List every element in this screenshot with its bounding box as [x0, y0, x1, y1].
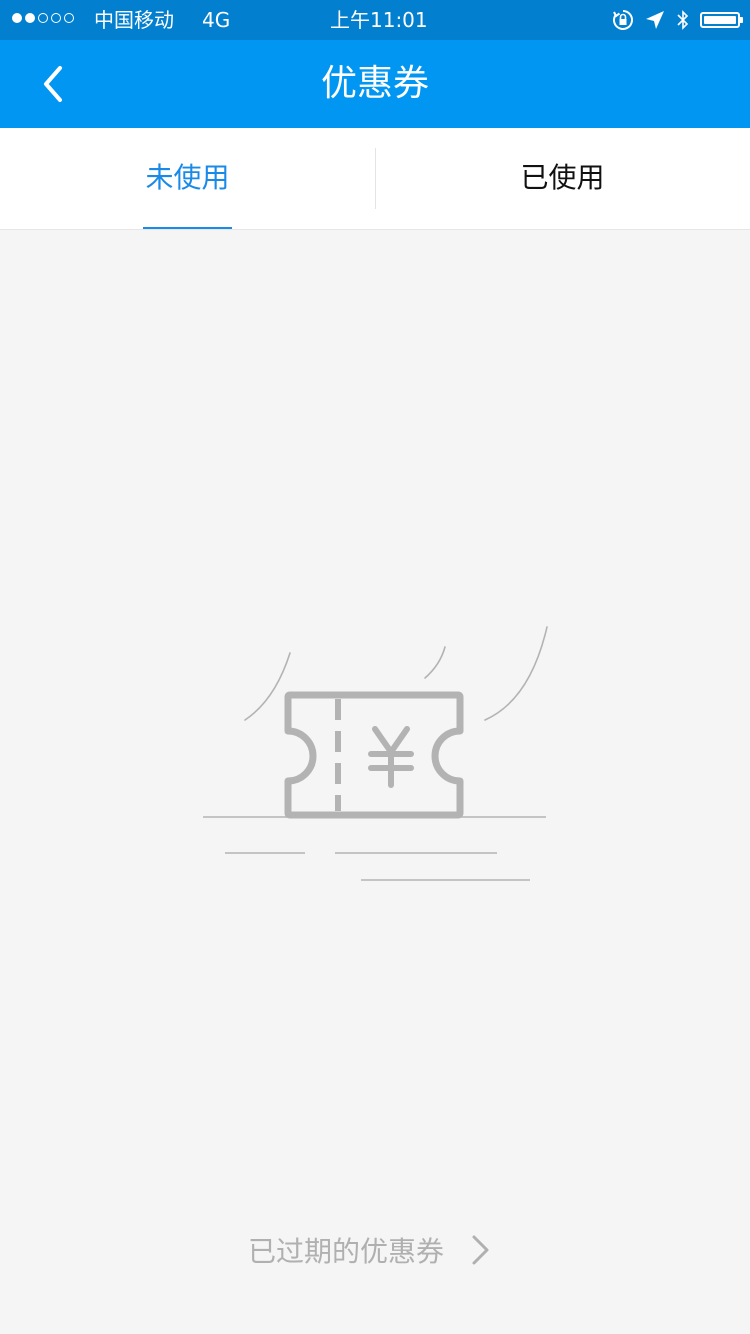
chevron-left-icon: [44, 66, 62, 102]
active-tab-indicator: [143, 227, 232, 229]
status-time: 上午11:01: [330, 8, 428, 32]
signal-dot: [12, 13, 22, 23]
signal-dot: [64, 13, 74, 23]
tab-bar: 未使用 已使用: [0, 128, 750, 230]
tab-used[interactable]: 已使用: [375, 128, 750, 229]
network-type: 4G: [202, 8, 231, 32]
ground-lines: [203, 816, 546, 881]
coupon-ticket-icon: [284, 691, 464, 819]
bluetooth-icon: [677, 10, 689, 30]
signal-dot: [51, 13, 61, 23]
nav-bar: 优惠券: [0, 40, 750, 128]
signal-strength-icon: [12, 13, 74, 23]
signal-dot: [25, 13, 35, 23]
location-arrow-icon: [646, 11, 664, 29]
tab-unused-label: 未使用: [145, 161, 230, 194]
rotation-lock-icon: [613, 10, 633, 30]
empty-coupon-illustration: [203, 626, 548, 881]
expired-coupons-label: 已过期的优惠券: [248, 1235, 445, 1268]
page-title: 优惠券: [320, 63, 429, 104]
tab-unused[interactable]: 未使用: [0, 128, 375, 229]
status-icons: [612, 8, 743, 32]
signal-dot: [38, 13, 48, 23]
back-button[interactable]: [30, 60, 78, 108]
battery-fill: [704, 16, 736, 24]
status-bar: 中国移动 4G 上午11:01: [0, 0, 750, 40]
chevron-right-icon: [472, 1235, 489, 1265]
expired-coupons-link[interactable]: 已过期的优惠券: [240, 1220, 530, 1280]
battery-icon: [700, 12, 743, 28]
carrier-name: 中国移动: [94, 8, 174, 32]
tab-used-label: 已使用: [520, 161, 605, 194]
